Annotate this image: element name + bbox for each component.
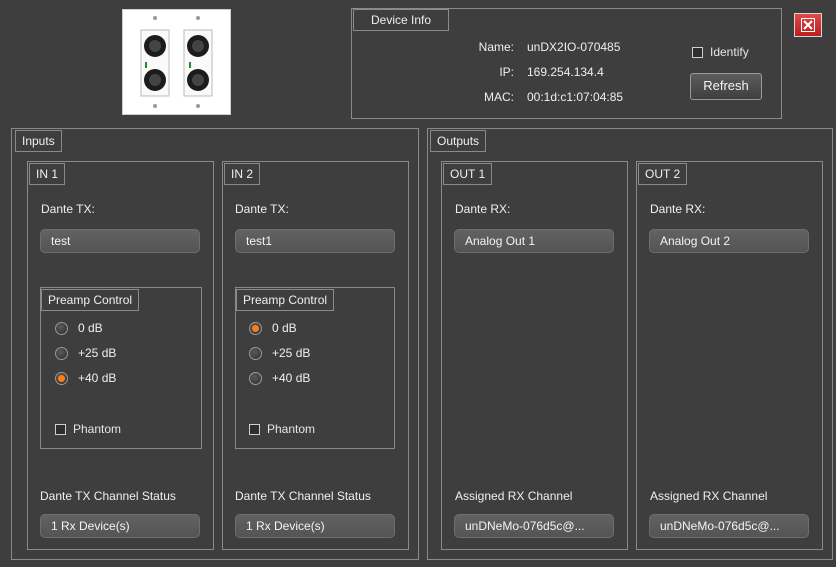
device-mac-label: MAC: [484,90,514,104]
device-ip-value: 169.254.134.4 [527,65,604,79]
dante-rx-label-2: Dante RX: [650,202,706,216]
radio-label: +25 dB [272,346,311,360]
tx-status-label-1: Dante TX Channel Status [40,489,176,503]
input-channel-2-title: IN 2 [224,163,261,185]
input-channel-1-title: IN 1 [29,163,66,185]
refresh-button[interactable]: Refresh [690,73,762,100]
phantom-checkbox-2[interactable]: Phantom [249,421,315,437]
preamp-2-option-25db[interactable]: +25 dB [249,344,310,362]
close-button[interactable] [794,13,822,37]
radio-button[interactable] [249,371,262,385]
dante-rx-field-2[interactable]: Analog Out 2 [649,229,809,253]
tx-status-field-2: 1 Rx Device(s) [235,514,395,538]
preamp-control-1-title: Preamp Control [41,289,140,311]
assigned-rx-field-1: unDNeMo-076d5c@... [454,514,614,538]
identify-checkbox-box[interactable] [692,46,703,58]
radio-label: 0 dB [272,321,297,335]
dante-tx-field-2[interactable]: test1 [235,229,395,253]
device-name-label: Name: [478,40,514,54]
preamp-control-2-title: Preamp Control [236,289,335,311]
preamp-2-option-0db[interactable]: 0 dB [249,319,297,337]
phantom-checkbox-box-2[interactable] [249,423,260,435]
radio-label: +40 dB [272,371,311,385]
preamp-1-option-40db[interactable]: +40 dB [55,369,116,387]
dante-tx-label-2: Dante TX: [235,202,289,216]
assigned-rx-label-1: Assigned RX Channel [455,489,573,503]
device-info-title: Device Info [353,9,449,31]
device-image [122,9,231,115]
output-channel-1-title: OUT 1 [443,163,493,185]
inputs-title: Inputs [15,130,62,152]
radio-label: +25 dB [78,346,117,360]
identify-checkbox[interactable]: Identify [692,44,749,60]
phantom-label-1: Phantom [73,422,122,436]
dante-rx-label-1: Dante RX: [455,202,511,216]
output-channel-2-title: OUT 2 [638,163,688,185]
dante-tx-label-1: Dante TX: [41,202,95,216]
phantom-label-2: Phantom [267,422,316,436]
dante-tx-field-1[interactable]: test [40,229,200,253]
radio-button[interactable] [249,346,262,360]
tx-status-field-1: 1 Rx Device(s) [40,514,200,538]
assigned-rx-field-2: unDNeMo-076d5c@... [649,514,809,538]
close-icon [801,18,815,32]
phantom-checkbox-box-1[interactable] [55,423,66,435]
outputs-title: Outputs [430,130,487,152]
preamp-1-option-0db[interactable]: 0 dB [55,319,103,337]
device-name-value: unDX2IO-070485 [527,40,621,54]
radio-button-selected[interactable] [55,371,68,385]
device-mac-value: 00:1d:c1:07:04:85 [527,90,624,104]
device-ip-label: IP: [499,65,514,79]
radio-label: 0 dB [78,321,103,335]
radio-button[interactable] [55,321,68,335]
identify-label: Identify [710,45,749,59]
assigned-rx-label-2: Assigned RX Channel [650,489,768,503]
radio-label: +40 dB [78,371,117,385]
tx-status-label-2: Dante TX Channel Status [235,489,371,503]
preamp-1-option-25db[interactable]: +25 dB [55,344,116,362]
phantom-checkbox-1[interactable]: Phantom [55,421,121,437]
radio-button-selected[interactable] [249,321,262,335]
preamp-2-option-40db[interactable]: +40 dB [249,369,310,387]
radio-button[interactable] [55,346,68,360]
dante-rx-field-1[interactable]: Analog Out 1 [454,229,614,253]
